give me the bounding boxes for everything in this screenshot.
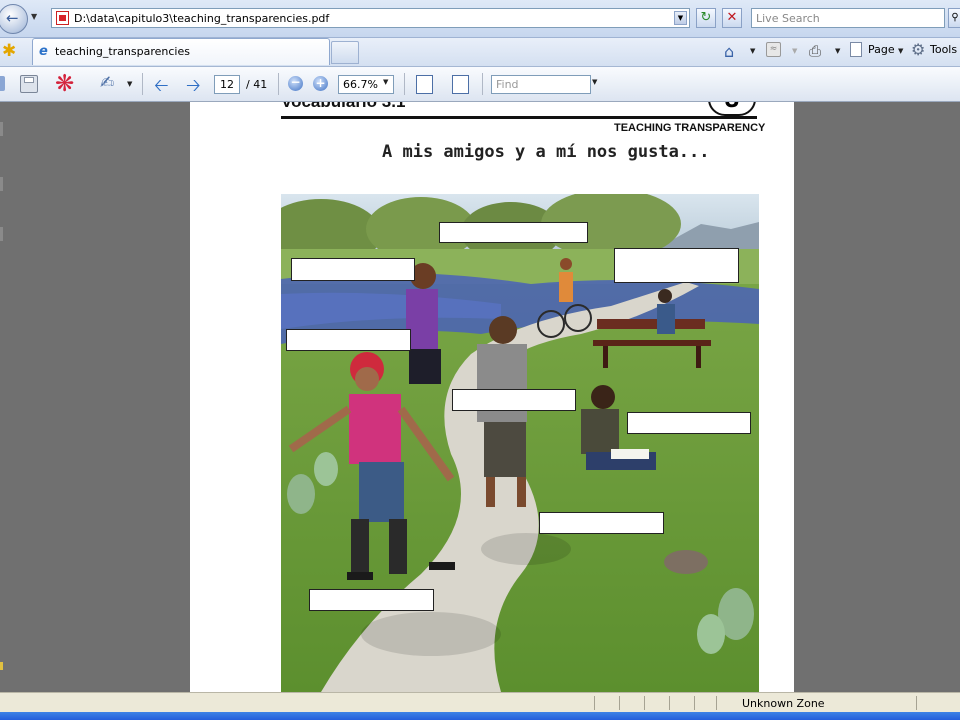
page-subtitle: A mis amigos y a mí nos gusta... (382, 142, 710, 162)
print-icon[interactable]: ⎙ (809, 42, 821, 60)
find-input[interactable]: Find (491, 75, 591, 94)
transparency-tag: TEACHING TRANSPARENCY (614, 122, 766, 134)
open-file-icon[interactable] (0, 76, 5, 91)
find-dropdown-icon[interactable]: ▼ (592, 78, 597, 86)
refresh-button[interactable]: ↻ (696, 8, 716, 28)
next-page-icon[interactable]: 🡢 (186, 73, 201, 103)
document-background-left (0, 102, 190, 690)
heading-rule (281, 116, 757, 119)
tab-title: teaching_transparencies (55, 45, 190, 58)
feeds-icon[interactable]: ≈ (766, 42, 781, 57)
feeds-dropdown-icon[interactable]: ▼ (792, 47, 797, 55)
blank-label-box (539, 512, 664, 534)
search-input[interactable]: Live Search (751, 8, 945, 28)
zoom-out-icon[interactable]: − (288, 76, 303, 91)
tab-bar: ✱ e teaching_transparencies ⌂ ▼ ≈ ▼ ⎙ ▼ … (0, 38, 960, 67)
back-button[interactable]: ← (0, 4, 28, 34)
gear-icon[interactable]: ⚙ (911, 40, 925, 59)
status-divider (694, 696, 695, 710)
address-dropdown-icon[interactable]: ▼ (674, 11, 687, 25)
address-field[interactable]: D:\data\capitulo3\teaching_transparencie… (51, 8, 690, 28)
document-background-right (794, 102, 960, 690)
previous-page-icon[interactable]: 🡠 (154, 73, 169, 103)
save-icon[interactable] (20, 75, 38, 93)
page-heading: Vocabulario 3.1 (281, 102, 405, 112)
status-divider (916, 696, 917, 710)
recent-pages-dropdown-icon[interactable]: ▼ (31, 12, 37, 21)
favorites-star-icon[interactable]: ✱ (2, 41, 16, 61)
zoom-dropdown-icon[interactable]: ▼ (383, 78, 388, 86)
chapter-number-badge: 3 (708, 102, 756, 116)
page-number-input[interactable]: 12 (214, 75, 240, 94)
status-divider (716, 696, 717, 710)
page-menu-button[interactable]: Page (868, 43, 895, 56)
ie-page-icon: e (39, 44, 48, 59)
toolbar-divider (142, 73, 143, 95)
blank-label-box (291, 258, 415, 281)
pdf-toolbar: ❋ ✍ ▼ 🡠 🡢 12 / 41 − + 66.7% ▼ Find ▼ (0, 67, 960, 102)
address-bar-row: ← ▼ D:\data\capitulo3\teaching_transpare… (0, 0, 960, 38)
fit-page-icon[interactable] (452, 75, 469, 94)
status-divider (594, 696, 595, 710)
select-tool-dropdown-icon[interactable]: ▼ (127, 80, 132, 88)
page-icon[interactable] (850, 42, 862, 57)
select-tool-icon[interactable]: ✍ (100, 73, 114, 93)
blank-label-box (309, 589, 434, 611)
status-divider (644, 696, 645, 710)
page-total: / 41 (246, 78, 268, 91)
security-zone-label: Unknown Zone (742, 697, 825, 710)
toolbar-divider (404, 73, 405, 95)
zoom-in-icon[interactable]: + (313, 76, 328, 91)
blank-label-box (627, 412, 751, 434)
back-arrow-icon: ← (6, 9, 19, 27)
acrobat-tools-icon[interactable]: ❋ (55, 71, 74, 97)
park-illustration (261, 189, 759, 692)
status-divider (619, 696, 620, 710)
status-divider (669, 696, 670, 710)
toolbar-divider (278, 73, 279, 95)
tools-menu-button[interactable]: Tools (930, 43, 957, 56)
pdf-file-icon (56, 11, 69, 25)
stop-button[interactable]: ✕ (722, 8, 742, 28)
pdf-page: Vocabulario 3.1 3 TEACHING TRANSPARENCY … (190, 102, 794, 692)
address-text: D:\data\capitulo3\teaching_transparencie… (74, 12, 330, 25)
blank-label-box (439, 222, 588, 243)
home-dropdown-icon[interactable]: ▼ (750, 47, 755, 55)
fit-width-icon[interactable] (416, 75, 433, 94)
blank-label-box (614, 248, 739, 283)
search-go-button[interactable]: ⚲ (948, 8, 960, 28)
blank-label-box (452, 389, 576, 411)
print-dropdown-icon[interactable]: ▼ (835, 47, 840, 55)
home-icon[interactable]: ⌂ (724, 42, 734, 61)
blank-label-box (286, 329, 411, 351)
status-bar: Unknown Zone (0, 692, 960, 713)
tab-teaching-transparencies[interactable]: e teaching_transparencies (32, 38, 330, 65)
windows-taskbar (0, 712, 960, 720)
new-tab-button[interactable] (331, 41, 359, 64)
page-dropdown-icon[interactable]: ▼ (898, 47, 903, 55)
toolbar-divider (482, 73, 483, 95)
